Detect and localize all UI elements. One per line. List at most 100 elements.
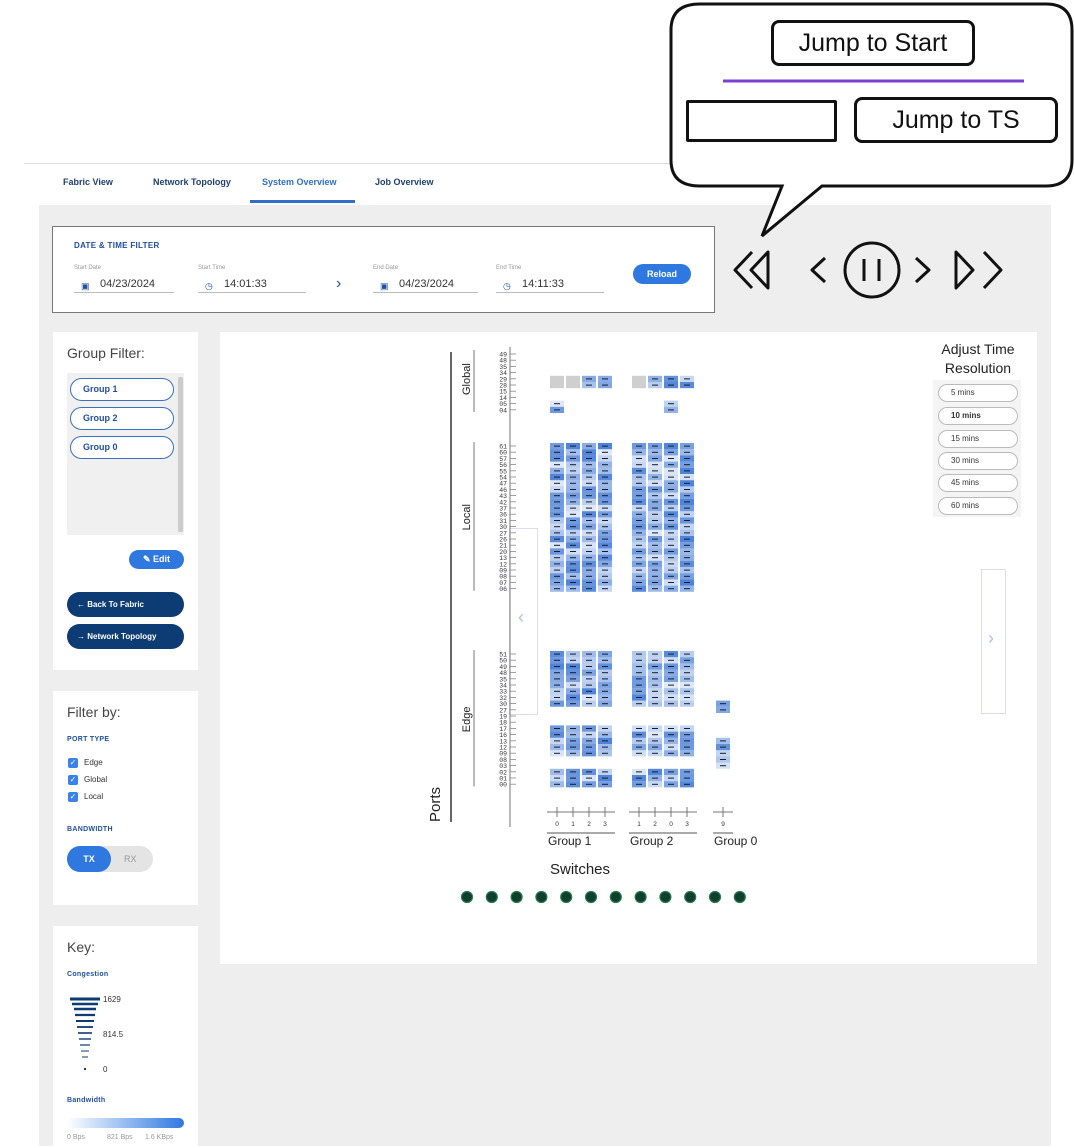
checkbox-global[interactable]: ✓ Global [68, 775, 107, 785]
res-15-mins[interactable]: 15 mins [938, 430, 1018, 448]
port-tick-label: 06 [499, 586, 507, 593]
calendar-icon: ▣ [81, 281, 90, 291]
page-dot [708, 890, 722, 904]
time-resolution-list: 5 mins 10 mins 15 mins 30 mins 45 mins 6… [933, 380, 1021, 517]
bandwidth-key-label: Bandwidth [67, 1097, 106, 1104]
res-5-mins[interactable]: 5 mins [938, 384, 1018, 402]
res-45-mins[interactable]: 45 mins [938, 474, 1018, 492]
heatmap-cell [632, 375, 646, 382]
congestion-label: Congestion [67, 971, 109, 978]
start-date-label: Start Date [74, 265, 102, 271]
main-area: DATE & TIME FILTER Start Date ▣ 04/23/202… [39, 205, 1051, 1148]
edit-button[interactable]: ✎ Edit [129, 550, 184, 569]
next-panel[interactable]: › [981, 569, 1006, 714]
end-date-field[interactable]: ▣ 04/23/2024 [373, 277, 478, 293]
group-label: Group 2 [630, 834, 674, 848]
step-forward-icon [914, 256, 931, 284]
bandwidth-toggle[interactable]: TX RX [67, 846, 153, 872]
rewind-icon [749, 250, 770, 290]
start-time-label: Start Time [198, 265, 226, 271]
tab-system-overview[interactable]: System Overview [262, 177, 337, 187]
tab-bar: Fabric View Network Topology System Over… [24, 164, 1059, 205]
bandwidth-max: 1.6 KBps [145, 1134, 174, 1141]
key-card: Key: Congestion 1629 814.5 0 Bandwidth 0… [53, 926, 198, 1148]
fast-forward-icon [982, 250, 1003, 290]
end-date-label: End Date [373, 265, 399, 271]
jump-to-start-button[interactable]: Jump to Start [771, 20, 975, 66]
playback-controls [733, 241, 1003, 299]
chevron-right-icon[interactable]: › [988, 628, 994, 649]
group-filter-title: Group Filter: [67, 345, 145, 361]
filter-by-card: Filter by: PORT TYPE ✓ Edge ✓ Global ✓ Loca… [53, 691, 198, 905]
group-pill-1[interactable]: Group 1 [70, 378, 174, 401]
y-axis-label: Ports [427, 787, 444, 822]
checkbox-edge[interactable]: ✓ Edge [68, 758, 103, 768]
res-10-mins[interactable]: 10 mins [938, 407, 1018, 425]
bandwidth-min: 0 Bps [67, 1134, 85, 1141]
check-icon: ✓ [68, 758, 78, 768]
bandwidth-label: BANDWIDTH [67, 826, 113, 833]
heatmap-cell [550, 382, 564, 389]
bandwidth-gradient [67, 1118, 184, 1128]
timestamp-input[interactable] [686, 100, 837, 142]
switch-tick-label: 2 [587, 821, 591, 828]
start-date-field[interactable]: ▣ 04/23/2024 [74, 277, 174, 293]
chevron-right-icon: › [336, 275, 342, 292]
group-pill-2[interactable]: Group 2 [70, 407, 174, 430]
checkbox-local[interactable]: ✓ Local [68, 792, 103, 802]
page-dot [659, 890, 672, 904]
toggle-tx[interactable]: TX [67, 846, 111, 872]
arrow-right-icon: → [77, 632, 88, 641]
jump-to-ts-button[interactable]: Jump to TS [854, 97, 1058, 143]
switch-tick-label: 1 [637, 821, 641, 828]
group-pill-0[interactable]: Group 0 [70, 436, 174, 459]
fast-forward-icon [954, 250, 975, 290]
clock-icon: ◷ [205, 281, 213, 291]
toggle-rx[interactable]: RX [124, 846, 137, 872]
res-60-mins[interactable]: 60 mins [938, 497, 1018, 515]
section-label: Edge [461, 706, 473, 732]
page-dot [510, 890, 523, 904]
reload-button[interactable]: Reload [633, 264, 691, 284]
group-filter-card: Group Filter: Group 1 Group 2 Group 0 ✎ … [53, 332, 198, 670]
end-time-field[interactable]: ◷ 14:11:33 [496, 277, 604, 293]
res-30-mins[interactable]: 30 mins [938, 452, 1018, 470]
arrow-left-icon: ← [77, 600, 88, 609]
congestion-legend: 1629 814.5 0 [70, 995, 124, 1074]
heatmap-cell [632, 382, 646, 389]
switch-tick-label: 1 [571, 821, 575, 828]
tab-fabric-view[interactable]: Fabric View [63, 177, 113, 187]
end-time-label: End Time [496, 265, 522, 271]
switch-tick-label: 0 [669, 821, 673, 828]
group-label: Group 0 [714, 834, 758, 848]
bandwidth-mid: 821 Bps [107, 1134, 133, 1141]
start-time-field[interactable]: ◷ 14:01:33 [198, 277, 306, 293]
visualization-card: ‹ › Ports Global 49 48 35 34 29 28 15 14 05 04 Local… [220, 332, 1037, 964]
switch-tick-label: 2 [653, 821, 657, 828]
back-to-fabric-button[interactable]: ← Back To Fabric [67, 592, 184, 617]
page-dot [485, 890, 498, 904]
tab-job-overview[interactable]: Job Overview [375, 177, 434, 187]
switch-tick-label: 9 [721, 821, 725, 828]
network-topology-button[interactable]: → Network Topology [67, 624, 184, 649]
group-label: Group 1 [548, 834, 592, 848]
heatmap-cell [566, 375, 580, 382]
port-tick-label: 04 [499, 407, 507, 414]
group-list-scrollbar[interactable] [178, 377, 183, 532]
tab-network-topology[interactable]: Network Topology [153, 177, 231, 187]
congestion-max: 1629 [103, 995, 121, 1004]
page-dot [609, 890, 622, 904]
congestion-min: 0 [103, 1065, 108, 1074]
check-icon: ✓ [68, 775, 78, 785]
switch-tick-label: 3 [685, 821, 689, 828]
page-dot [460, 890, 474, 904]
heatmap-cell [550, 375, 564, 382]
pause-icon [843, 241, 901, 299]
port-heatmap: PortsGlobal49483534292815140504Local6160… [427, 347, 758, 904]
page-dot [684, 890, 697, 904]
section-label: Global [461, 363, 473, 395]
port-tick-label: 00 [499, 782, 507, 789]
clock-icon: ◷ [503, 281, 511, 291]
check-icon: ✓ [68, 792, 78, 802]
datetime-filter-title: DATE & TIME FILTER [74, 241, 160, 250]
